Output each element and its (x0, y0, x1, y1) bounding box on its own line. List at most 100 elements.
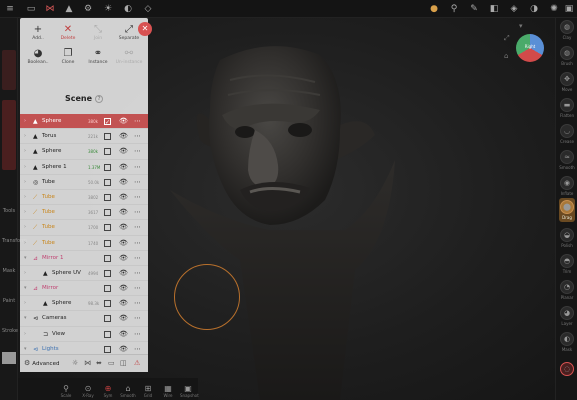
help-icon[interactable]: ? (95, 95, 104, 103)
brush-item[interactable]: ◐ Mask (559, 332, 575, 352)
instance-button[interactable]: ⚭ Instance (83, 48, 113, 65)
camera-add-icon[interactable]: ▭ (108, 359, 115, 367)
tree-icon[interactable]: ⋈ (84, 359, 91, 367)
color-swatch[interactable] (2, 352, 16, 364)
more-options-icon[interactable]: ⋯ (134, 144, 141, 159)
scene-row[interactable]: › ▲ Sphere 380k 👁 ⋯ (20, 144, 148, 160)
slider-intensity[interactable] (2, 100, 16, 170)
slider-radius[interactable] (2, 50, 16, 90)
brush-item[interactable]: ◉ Inflate (559, 176, 575, 196)
close-panel-button[interactable]: ✕ (138, 22, 152, 36)
brush-item-active[interactable]: ⬤ Drag (559, 198, 575, 222)
scene-row[interactable]: › ⟋ Tube 1740 👁 ⋯ (20, 236, 148, 251)
folder-icon[interactable]: ▭ (25, 3, 37, 15)
select-checkbox[interactable] (104, 285, 111, 293)
select-checkbox[interactable] (104, 163, 111, 171)
gizmo-top-icon[interactable]: ▾ (519, 22, 523, 30)
select-checkbox[interactable] (104, 115, 111, 130)
warning-icon[interactable]: ⚠ (134, 359, 140, 367)
chevron-right-icon[interactable]: › (24, 129, 26, 144)
camera-icon[interactable]: ◐ (122, 3, 134, 15)
select-checkbox[interactable] (104, 269, 111, 277)
select-checkbox[interactable] (104, 239, 111, 247)
gear-icon[interactable]: ⚙ (82, 3, 94, 15)
visibility-eye-icon[interactable]: 👁 (119, 236, 128, 251)
boolean-button[interactable]: ◕ Boolean.. (23, 48, 53, 65)
sun-icon[interactable]: ✺ (548, 3, 560, 15)
scene-row[interactable]: ▾ ⊿ Mirror 1 👁 ⋯ (20, 251, 148, 266)
visibility-eye-icon[interactable]: 👁 (119, 266, 128, 281)
visibility-eye-icon[interactable]: 👁 (119, 175, 128, 190)
chevron-right-icon[interactable]: › (24, 327, 26, 342)
scene-row[interactable]: › ▲ Sphere UV 4994 👁 ⋯ (20, 266, 148, 282)
select-checkbox[interactable] (104, 345, 111, 353)
left-strip-item[interactable]: Mask (2, 268, 16, 274)
chevron-right-icon[interactable]: › (24, 236, 26, 251)
more-options-icon[interactable]: ⋯ (134, 281, 141, 296)
mesh-icon[interactable]: ▲ (63, 3, 75, 15)
select-checkbox[interactable] (104, 178, 111, 186)
chevron-down-icon[interactable]: ▾ (24, 251, 27, 266)
brush-item[interactable]: ◕ Layer (559, 306, 575, 326)
visibility-eye-icon[interactable]: 👁 (119, 296, 128, 311)
scene-row[interactable]: › ⟋ Tube 1700 👁 ⋯ (20, 220, 148, 236)
visibility-eye-icon[interactable]: 👁 (119, 281, 128, 296)
scene-row[interactable]: › ⟋ Tube 3617 👁 ⋯ (20, 205, 148, 221)
brush-item[interactable]: ◍ Brush (559, 46, 575, 66)
cube-icon[interactable]: ◈ (508, 3, 520, 15)
advanced-button[interactable]: ⚙ Advanced (24, 359, 59, 367)
grid-button[interactable]: ⊞ Grid (140, 384, 156, 398)
chevron-right-icon[interactable]: › (24, 175, 26, 190)
more-options-icon[interactable]: ⋯ (134, 296, 141, 311)
mirror-icon[interactable]: ◫ (120, 359, 127, 367)
visibility-eye-icon[interactable]: 👁 (119, 327, 128, 342)
more-options-icon[interactable]: ⋯ (134, 114, 141, 129)
more-options-icon[interactable]: ⋯ (134, 327, 141, 342)
stroke-icon[interactable]: ⚲ (448, 3, 460, 15)
select-checkbox[interactable] (104, 315, 111, 323)
chevron-right-icon[interactable]: › (24, 296, 26, 311)
left-strip-item[interactable]: Paint (2, 298, 16, 304)
select-checkbox[interactable] (104, 193, 111, 201)
wire-button[interactable]: ▦ Wire (160, 384, 176, 398)
scene-row[interactable]: › ⊐ View 👁 ⋯ (20, 327, 148, 342)
left-strip-item[interactable]: Tools (2, 208, 16, 214)
chevron-right-icon[interactable]: › (24, 114, 26, 129)
scene-row[interactable]: › ⟋ Tube 3802 👁 ⋯ (20, 190, 148, 206)
layers-icon[interactable]: ◇ (142, 3, 154, 15)
home-icon[interactable]: ⌂ (504, 52, 508, 60)
layout-icon[interactable]: ▣ (563, 3, 575, 15)
chevron-right-icon[interactable]: › (24, 266, 26, 281)
more-options-icon[interactable]: ⋯ (134, 266, 141, 281)
brush-item[interactable]: ◍ Clay (559, 20, 575, 40)
scene-row[interactable]: › ▲ Sphere 380k 👁 ⋯ (20, 114, 148, 130)
chevron-down-icon[interactable]: ▾ (24, 281, 27, 296)
scene-row[interactable]: ▾ ⊲ Cameras 👁 ⋯ (20, 311, 148, 327)
join-button[interactable]: ⤡ Join (83, 24, 113, 41)
pen-icon[interactable]: ✎ (468, 3, 480, 15)
clone-button[interactable]: ❐ Clone (53, 48, 83, 65)
brush-color-icon[interactable]: ● (428, 3, 440, 15)
more-options-icon[interactable]: ⋯ (134, 251, 141, 266)
snapshot-button[interactable]: ▣ Snapshot (180, 384, 199, 398)
fullscreen-icon[interactable]: ⤢ (504, 34, 510, 43)
render-icon[interactable]: ☀ (102, 3, 114, 15)
scene-row[interactable]: › ◎ Tube 50.0k 👁 ⋯ (20, 175, 148, 190)
left-strip-item[interactable]: Transform (2, 238, 27, 244)
more-options-icon[interactable]: ⋯ (134, 236, 141, 251)
brush-item[interactable]: ▬ Flatten (559, 98, 575, 118)
chevron-down-icon[interactable]: ▾ (24, 311, 27, 326)
more-options-icon[interactable]: ⋯ (134, 190, 141, 205)
brush-item[interactable]: ◡ Crease (559, 124, 575, 144)
more-options-icon[interactable]: ⋯ (134, 160, 141, 175)
select-checkbox[interactable] (104, 300, 111, 308)
select-checkbox[interactable] (104, 209, 111, 217)
menu-icon[interactable]: ≡ (4, 3, 16, 15)
smooth-button[interactable]: ⌂ Smooth (120, 384, 136, 398)
brush-item[interactable]: ◓ Trim (559, 254, 575, 274)
scene-row[interactable]: › ▲ Sphere 1 1.37M 👁 ⋯ (20, 160, 148, 175)
move-icon[interactable]: ⬌ (96, 359, 102, 367)
more-options-icon[interactable]: ⋯ (134, 220, 141, 235)
material-icon[interactable]: ◧ (488, 3, 500, 15)
visibility-eye-icon[interactable]: 👁 (119, 220, 128, 235)
